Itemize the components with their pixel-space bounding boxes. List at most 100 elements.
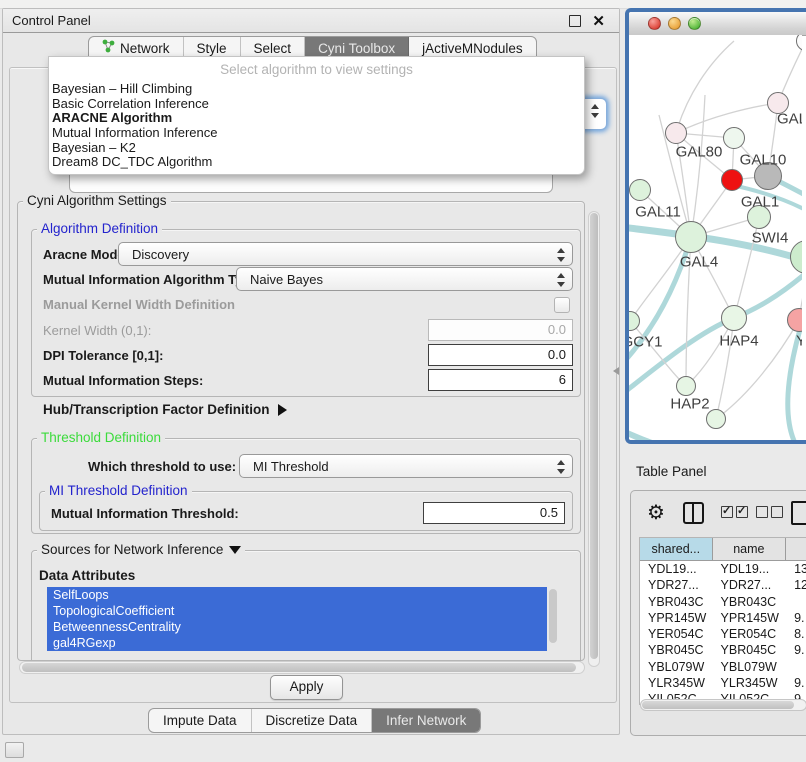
bottom-tab-bar: Impute DataDiscretize DataInfer Network: [148, 708, 481, 733]
network-edge[interactable]: [676, 41, 734, 133]
which-threshold-value: MI Threshold: [253, 459, 329, 474]
network-node-pale-green-top[interactable]: [723, 127, 745, 149]
network-node-gal80[interactable]: [665, 122, 687, 144]
scrollbar-thumb[interactable]: [590, 213, 598, 659]
threshold-definition-legend: Threshold Definition: [37, 430, 165, 445]
combo-stepper-icon: [557, 460, 565, 474]
table-row[interactable]: YBR045CYBR045C9.: [640, 642, 806, 658]
attribute-item[interactable]: TopologicalCoefficient: [47, 603, 547, 619]
network-node-hap2[interactable]: [676, 376, 696, 396]
collapsed-panel-button[interactable]: [5, 742, 24, 758]
control-panel-title: Control Panel: [3, 13, 91, 28]
attribute-item[interactable]: BetweennessCentrality: [47, 619, 547, 635]
table-cell: YDR27...: [640, 577, 713, 593]
table-cell: YBL079W: [713, 659, 787, 675]
network-edge[interactable]: [629, 430, 802, 440]
algorithm-dropdown-placeholder: Select algorithm to view settings: [49, 57, 584, 82]
manual-kernel-checkbox[interactable]: [554, 297, 570, 313]
algorithm-definition-legend: Algorithm Definition: [37, 221, 162, 236]
expanded-arrow-icon: [229, 546, 241, 554]
minimize-traffic-light-icon[interactable]: [668, 17, 681, 30]
sources-legend[interactable]: Sources for Network Inference: [37, 542, 245, 557]
table-cell: 9.: [786, 610, 806, 626]
column-header[interactable]: [786, 538, 806, 560]
document-icon[interactable]: [791, 501, 806, 525]
table-row[interactable]: YBR043CYBR043C: [640, 594, 806, 610]
panel-divider-grip[interactable]: [613, 367, 619, 375]
show-checked-columns-icon[interactable]: [721, 505, 751, 523]
aracne-mode-label: Aracne Mode:: [43, 247, 129, 262]
tab-infer-network[interactable]: Infer Network: [372, 709, 480, 732]
which-threshold-combobox[interactable]: MI Threshold: [239, 454, 573, 478]
network-node-hap4[interactable]: [721, 305, 747, 331]
combo-stepper-icon: [591, 104, 599, 118]
table-cell: YPR145W: [640, 610, 713, 626]
close-traffic-light-icon[interactable]: [648, 17, 661, 30]
attribute-item[interactable]: gal4RGexp: [47, 635, 547, 651]
dpi-tolerance-input[interactable]: 0.0: [428, 344, 573, 366]
network-node-gal4[interactable]: [675, 221, 707, 253]
network-edge[interactable]: [691, 95, 705, 237]
hub-definition-toggle[interactable]: Hub/Transcription Factor Definition: [43, 402, 287, 417]
attribute-item[interactable]: SelfLoops: [47, 587, 547, 603]
aracne-mode-combobox[interactable]: Discovery: [118, 242, 573, 266]
table-cell: [786, 594, 806, 610]
split-columns-icon[interactable]: [683, 502, 704, 524]
table-cell: YDL19...: [713, 561, 787, 577]
table-horizontal-scrollbar[interactable]: [640, 699, 806, 711]
apply-button[interactable]: Apply: [270, 675, 343, 700]
mi-type-combobox[interactable]: Naive Bayes: [236, 267, 573, 291]
column-header[interactable]: shared...: [640, 538, 713, 560]
kernel-width-input[interactable]: 0.0: [428, 319, 573, 341]
network-canvas[interactable]: GALGAL80GAL10GAL1GAL11SWI4GAL4GCY1HAP4YH…: [629, 35, 802, 440]
table-cell: 12: [786, 577, 806, 593]
node-table: shared...name YDL19...YDL19...13YDR27...…: [639, 537, 806, 705]
table-row[interactable]: YPR145WYPR145W9.: [640, 610, 806, 626]
settings-vertical-scrollbar[interactable]: [588, 211, 600, 667]
close-icon[interactable]: ✕: [592, 10, 605, 33]
algorithm-option[interactable]: ARACNE Algorithm: [49, 111, 584, 126]
table-panel-toolbar: ⚙: [631, 499, 806, 529]
hub-definition-label: Hub/Transcription Factor Definition: [43, 402, 270, 417]
hide-columns-icon[interactable]: [756, 505, 786, 523]
table-cell: 9.: [786, 642, 806, 658]
gear-icon[interactable]: ⚙: [647, 500, 665, 525]
table-cell: YDL19...: [640, 561, 713, 577]
scrollbar-thumb[interactable]: [549, 589, 557, 643]
algorithm-option[interactable]: Dream8 DC_TDC Algorithm: [49, 155, 584, 170]
float-window-icon[interactable]: [569, 15, 581, 27]
table-row[interactable]: YDL19...YDL19...13: [640, 561, 806, 577]
node-label: GAL10: [740, 152, 787, 169]
zoom-traffic-light-icon[interactable]: [688, 17, 701, 30]
node-label: HAP4: [719, 333, 758, 350]
network-view-window: GALGAL80GAL10GAL1GAL11SWI4GAL4GCY1HAP4YH…: [625, 8, 806, 444]
scrollbar-thumb[interactable]: [642, 701, 794, 709]
network-node-gal1-red[interactable]: [721, 169, 743, 191]
table-row[interactable]: YER054CYER054C8.: [640, 626, 806, 642]
scrollbar-thumb[interactable]: [22, 663, 576, 672]
column-header[interactable]: name: [713, 538, 787, 560]
manual-kernel-label: Manual Kernel Width Definition: [43, 297, 235, 312]
mi-steps-input[interactable]: 6: [428, 369, 573, 391]
tab-impute-data[interactable]: Impute Data: [149, 709, 252, 732]
node-label: GAL1: [741, 194, 779, 211]
tab-discretize-data[interactable]: Discretize Data: [252, 709, 373, 732]
settings-horizontal-scrollbar[interactable]: [19, 661, 585, 674]
table-cell: YLR345W: [713, 675, 787, 691]
node-label: SWI4: [752, 230, 789, 247]
table-row[interactable]: YBL079WYBL079W: [640, 659, 806, 675]
attributes-scrollbar[interactable]: [548, 589, 558, 657]
algorithm-dropdown-popup: Select algorithm to view settings Bayesi…: [48, 56, 585, 175]
network-node-gal11[interactable]: [629, 179, 651, 201]
algorithm-option[interactable]: Bayesian – Hill Climbing: [49, 82, 584, 97]
table-body: YDL19...YDL19...13YDR27...YDR27...12YBR0…: [640, 561, 806, 705]
table-row[interactable]: YDR27...YDR27...12: [640, 577, 806, 593]
table-cell: 9.: [786, 675, 806, 691]
node-label: GAL80: [676, 144, 723, 161]
algorithm-option[interactable]: Bayesian – K2: [49, 141, 584, 156]
control-panel-titlebar: Control Panel ✕: [3, 9, 619, 33]
mi-threshold-input[interactable]: 0.5: [423, 502, 565, 524]
algorithm-option[interactable]: Mutual Information Inference: [49, 126, 584, 141]
table-row[interactable]: YLR345WYLR345W9.: [640, 675, 806, 691]
algorithm-option[interactable]: Basic Correlation Inference: [49, 97, 584, 112]
